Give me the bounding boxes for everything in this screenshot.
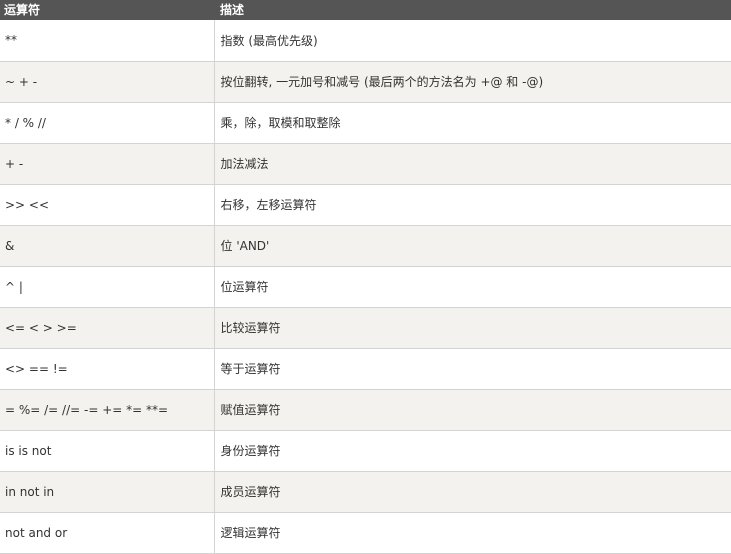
description-cell: 乘，除，取模和取整除 xyxy=(214,102,731,144)
description-cell: 逻辑运算符 xyxy=(214,512,731,554)
header-operator: 运算符 xyxy=(4,3,41,17)
table-row: * / % // 乘，除，取模和取整除 xyxy=(0,102,731,144)
operator-cell: >> << xyxy=(0,184,215,226)
description-cell: 右移，左移运算符 xyxy=(214,184,731,226)
table-row: ^ | 位运算符 xyxy=(0,266,731,308)
operator-cell: & xyxy=(0,225,215,267)
description-cell: 位 'AND' xyxy=(214,225,731,267)
operator-cell: not and or xyxy=(0,512,215,554)
description-cell: 身份运算符 xyxy=(214,430,731,472)
table-header: 运算符 描述 xyxy=(0,0,731,20)
table-row: = %= /= //= -= += *= **= 赋值运算符 xyxy=(0,389,731,431)
operator-cell: ^ | xyxy=(0,266,215,308)
table-row: ~ + - 按位翻转, 一元加号和减号 (最后两个的方法名为 +@ 和 -@) xyxy=(0,61,731,103)
table-row: & 位 'AND' xyxy=(0,225,731,267)
table-row: <> == != 等于运算符 xyxy=(0,348,731,390)
description-cell: 成员运算符 xyxy=(214,471,731,513)
table-row: >> << 右移，左移运算符 xyxy=(0,184,731,226)
table-row: ** 指数 (最高优先级) xyxy=(0,20,731,62)
description-cell: 按位翻转, 一元加号和减号 (最后两个的方法名为 +@ 和 -@) xyxy=(214,61,731,103)
operator-cell: + - xyxy=(0,143,215,185)
description-cell: 赋值运算符 xyxy=(214,389,731,431)
operator-cell: * / % // xyxy=(0,102,215,144)
header-description: 描述 xyxy=(220,3,245,17)
table-row: is is not 身份运算符 xyxy=(0,430,731,472)
table-row: <= < > >= 比较运算符 xyxy=(0,307,731,349)
operator-cell: <= < > >= xyxy=(0,307,215,349)
description-cell: 比较运算符 xyxy=(214,307,731,349)
table-body: ** 指数 (最高优先级) ~ + - 按位翻转, 一元加号和减号 (最后两个的… xyxy=(0,20,731,554)
header-row: 运算符 描述 xyxy=(0,0,731,20)
operator-precedence-table: 运算符 描述 ** 指数 (最高优先级) ~ + - 按位翻转, 一元加号和减号… xyxy=(0,0,731,554)
operator-cell: in not in xyxy=(0,471,215,513)
description-cell: 位运算符 xyxy=(214,266,731,308)
description-cell: 加法减法 xyxy=(214,143,731,185)
table-row: in not in 成员运算符 xyxy=(0,471,731,513)
table-row: + - 加法减法 xyxy=(0,143,731,185)
operator-cell: <> == != xyxy=(0,348,215,390)
description-cell: 等于运算符 xyxy=(214,348,731,390)
table-row: not and or 逻辑运算符 xyxy=(0,512,731,554)
operator-cell: is is not xyxy=(0,430,215,472)
operator-cell: = %= /= //= -= += *= **= xyxy=(0,389,215,431)
description-cell: 指数 (最高优先级) xyxy=(214,20,731,62)
operator-cell: ** xyxy=(0,20,215,62)
operator-cell: ~ + - xyxy=(0,61,215,103)
